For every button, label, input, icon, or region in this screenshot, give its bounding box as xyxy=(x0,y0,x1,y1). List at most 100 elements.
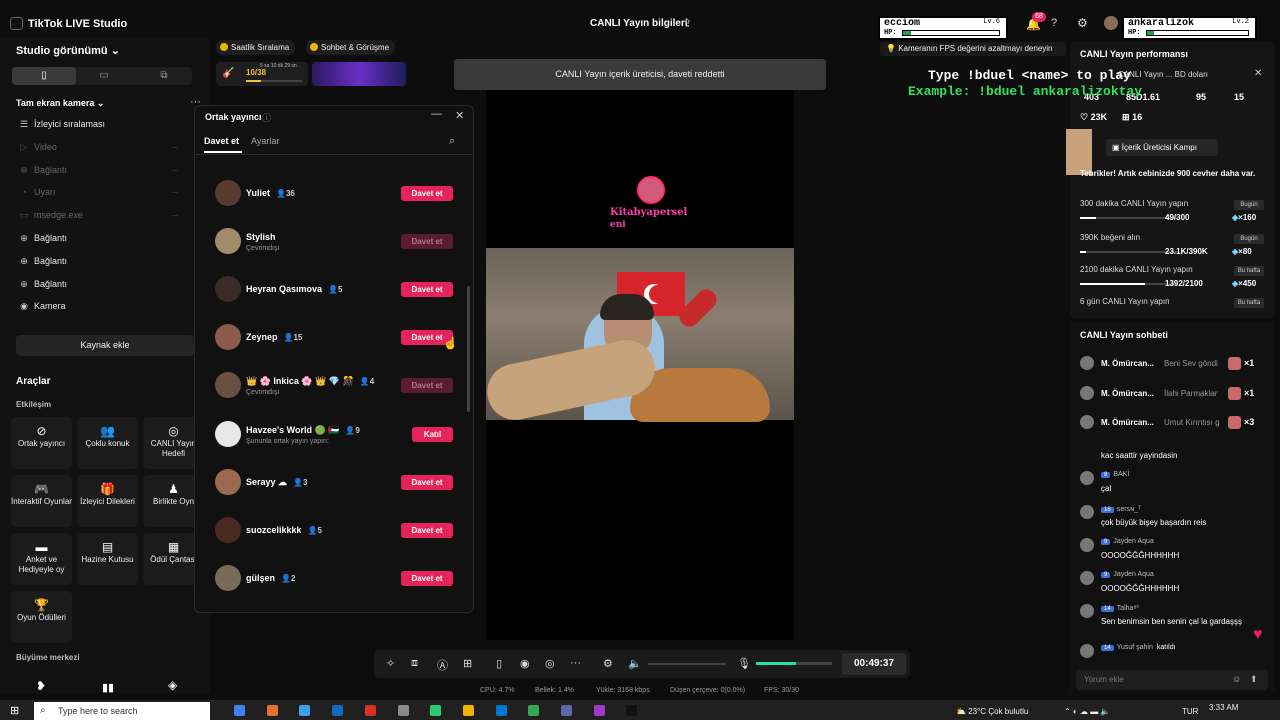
heart-icon: ♡ xyxy=(1080,112,1089,122)
record-icon[interactable]: ◉ xyxy=(520,657,530,670)
visibility-toggle-icon[interactable]: ⌣ xyxy=(172,165,178,176)
invite-button[interactable]: Davet et xyxy=(401,474,453,490)
multi-view-tab[interactable]: ⧉ xyxy=(136,67,192,85)
screen-icon[interactable]: ⧈ xyxy=(411,657,418,670)
creator-camp-button[interactable]: ▣ İçerik Üreticisi Kampı xyxy=(1106,139,1218,156)
promo-banner[interactable] xyxy=(312,62,406,86)
tool-gamepad[interactable]: 🎮 İnteraktif Oyunlar xyxy=(11,475,72,527)
growth-icon-1[interactable]: ❥ xyxy=(36,679,46,693)
source-item[interactable]: ☰ İzleyici sıralaması xyxy=(18,119,105,133)
live-info-title[interactable]: CANLI Yayın bilgileri xyxy=(590,18,688,29)
growth-icon-2[interactable]: ▮▮ xyxy=(102,681,114,694)
invite-button[interactable]: Katıl xyxy=(412,426,453,442)
gear-icon[interactable]: ⚙ xyxy=(1077,16,1088,30)
chrome-icon[interactable] xyxy=(528,705,540,716)
source-icon: ▭ xyxy=(19,210,29,221)
cohost-row-name: gülşen 👤2 xyxy=(246,573,295,583)
invite-button[interactable]: Davet et xyxy=(401,282,453,298)
tool-poll[interactable]: ▬ Anket ve Hediyeyle oy xyxy=(11,533,72,585)
edge-icon[interactable] xyxy=(495,705,507,716)
share-icon[interactable]: ⇪ xyxy=(683,17,692,30)
source-item[interactable]: ▭ msedge.exe xyxy=(18,210,83,224)
volume-slider[interactable] xyxy=(648,663,726,665)
opera-icon[interactable] xyxy=(364,705,376,716)
chat-meet-button[interactable]: Sohbet & Görüşme xyxy=(306,40,396,55)
scene-dropdown[interactable]: Tam ekran kamera ⌄ xyxy=(16,98,104,109)
tiktok-icon[interactable] xyxy=(626,705,638,716)
portrait-view-tab[interactable]: ▯ xyxy=(12,67,76,85)
store-icon[interactable] xyxy=(299,705,311,716)
tool-gift[interactable]: 🎁 İzleyici Dilekleri xyxy=(77,475,138,527)
help-circle-icon[interactable]: ? xyxy=(1051,17,1057,29)
user-icon: 👤 xyxy=(345,425,356,435)
gift-sender: M. Ömürcan... xyxy=(1101,359,1154,368)
settings-sliders-icon[interactable]: ⚙ xyxy=(603,657,613,670)
mic-icon[interactable]: 🎙 xyxy=(737,657,751,670)
upload-stat: Yükle: 3168 kbps xyxy=(596,687,650,694)
minimize-icon[interactable]: — xyxy=(431,108,442,120)
chat-avatar xyxy=(1080,385,1094,400)
landscape-view-tab[interactable]: ▭ xyxy=(76,67,132,85)
cohost-status: Şununla ortak yayın yapın: xyxy=(246,437,329,445)
invite-button[interactable]: Davet et xyxy=(401,186,453,201)
task-label: 2100 dakika CANLI Yayın yapın xyxy=(1080,265,1193,274)
game-icon[interactable] xyxy=(430,705,442,716)
goal-card[interactable]: 🎸 10/38 5 sa 10 dk 29 sn xyxy=(216,62,308,86)
invite-button[interactable]: Davet et xyxy=(401,570,453,586)
tool-link[interactable]: ⊘ Ortak yayıncı xyxy=(11,417,72,469)
search-icon[interactable]: ⌕ xyxy=(449,135,455,148)
source-item[interactable]: ⊕ Bağlantı xyxy=(18,256,67,270)
panel-scrollbar[interactable] xyxy=(467,286,470,412)
source-item[interactable]: ⊕ Bağlantı xyxy=(18,165,67,179)
clock[interactable]: 3:33 AM xyxy=(1209,703,1238,712)
source-item[interactable]: ◔ Uyarı xyxy=(18,187,55,201)
windows-start-icon[interactable]: ⊞ xyxy=(10,704,19,717)
weather-widget[interactable]: ⛅ 23°C Çok bulutlu xyxy=(956,707,1028,716)
speaker-icon[interactable]: 🔈 xyxy=(628,657,642,670)
emoji-icon[interactable]: ☺ xyxy=(1232,674,1241,684)
add-source-button[interactable]: Kaynak ekle xyxy=(16,335,194,356)
tool-users[interactable]: 👥 Çoklu konuk xyxy=(77,417,138,469)
visibility-toggle-icon[interactable]: ⌣ xyxy=(172,142,178,153)
source-item[interactable]: ⊕ Bağlantı xyxy=(18,279,67,293)
send-icon[interactable]: ⬆ xyxy=(1250,674,1258,685)
visibility-toggle-icon[interactable]: ⌣ xyxy=(172,210,178,221)
cohost-name: Stylish xyxy=(246,232,276,243)
tab-settings[interactable]: Ayarlar xyxy=(251,136,279,146)
copilot-icon[interactable] xyxy=(266,705,278,716)
ai-icon[interactable]: Ⓐ xyxy=(437,657,448,673)
profile-avatar[interactable] xyxy=(1104,16,1118,30)
close-icon[interactable]: ✕ xyxy=(455,109,464,122)
chat-avatar xyxy=(1080,571,1094,585)
tool-chest[interactable]: ▤ Hazine Kutusu xyxy=(77,533,138,585)
source-item[interactable]: ◉ Kamera xyxy=(18,301,65,315)
help-icon[interactable]: ⓘ xyxy=(262,111,271,124)
more-icon[interactable]: ··· xyxy=(570,657,581,669)
app2-icon[interactable] xyxy=(593,705,605,716)
phone-icon[interactable]: ▯ xyxy=(496,657,502,670)
source-item[interactable]: ▷ Video xyxy=(18,142,57,156)
tab-invite[interactable]: Davet et xyxy=(204,136,239,146)
task-view-icon[interactable] xyxy=(234,705,245,716)
tool-trophy[interactable]: 🏆 Oyun Ödülleri xyxy=(11,591,72,643)
hourly-ranking-button[interactable]: Saatlik Sıralama xyxy=(216,40,296,55)
tray-icons[interactable]: ⌃ ◐ ☁ ▬ 🔈 xyxy=(1064,707,1110,716)
taskbar-search[interactable]: Type here to search xyxy=(34,702,210,720)
effects-icon[interactable]: ✧ xyxy=(386,657,395,670)
chat-avatar xyxy=(1080,356,1094,370)
folder-icon[interactable] xyxy=(462,705,474,716)
app-icon[interactable] xyxy=(397,705,409,716)
visibility-toggle-icon[interactable]: ⌣ xyxy=(172,187,178,198)
source-item[interactable]: ⊕ Bağlantı xyxy=(18,233,67,247)
add-media-icon[interactable]: ⊞ xyxy=(463,657,472,670)
source-label: Bağlantı xyxy=(34,255,68,266)
language-indicator[interactable]: TUR xyxy=(1182,707,1198,716)
mail-icon[interactable] xyxy=(332,705,344,716)
capture-icon[interactable]: ◎ xyxy=(545,657,555,670)
growth-icon-3[interactable]: ◈ xyxy=(168,678,177,692)
teams-icon[interactable] xyxy=(561,705,572,716)
studio-view-dropdown[interactable]: Studio görünümü ⌄ xyxy=(16,44,120,57)
close-performance-icon[interactable]: ✕ xyxy=(1254,68,1262,79)
cohost-status: Çevrimdışı xyxy=(246,245,280,253)
invite-button[interactable]: Davet et xyxy=(401,522,453,538)
